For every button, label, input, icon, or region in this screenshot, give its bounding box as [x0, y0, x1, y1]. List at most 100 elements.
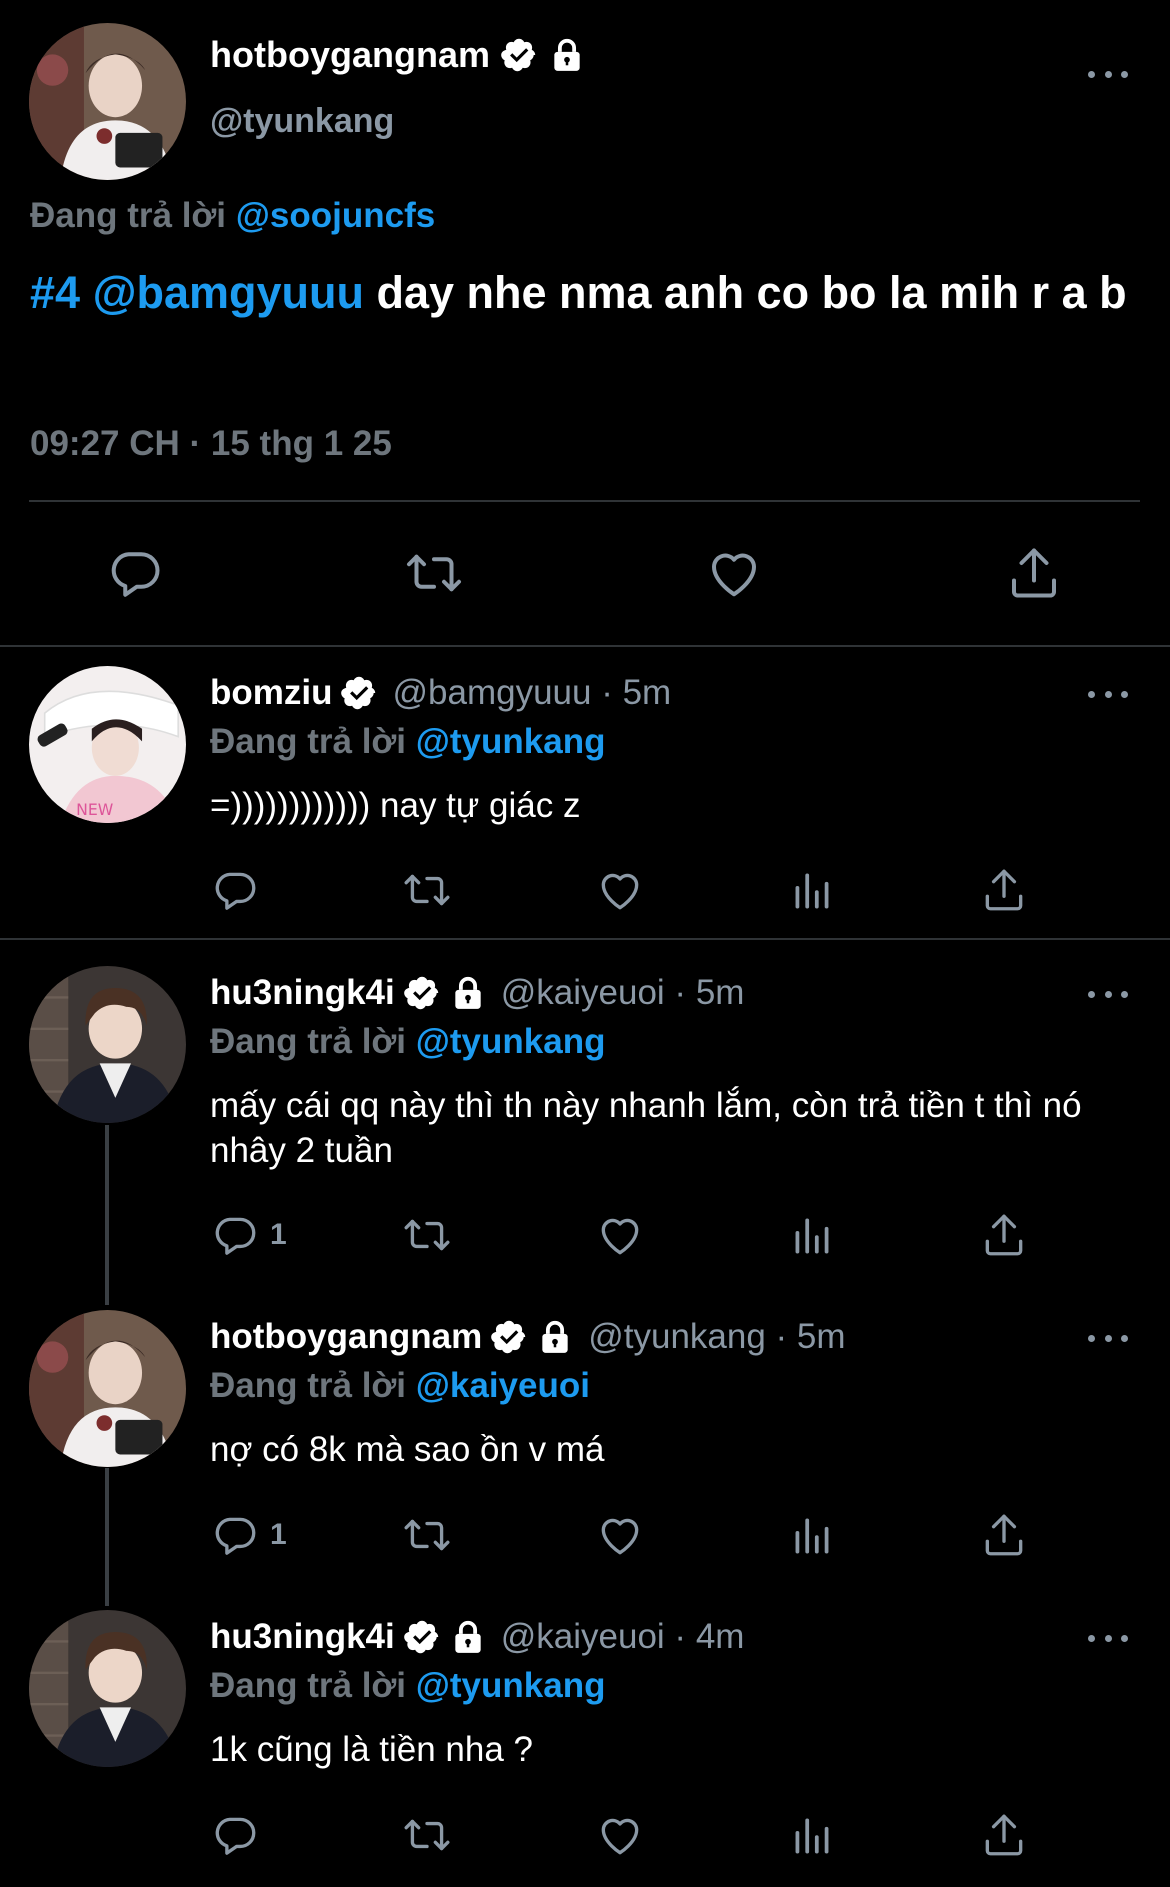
reply-actions: 1 — [210, 1210, 1070, 1260]
share-icon — [979, 865, 1029, 915]
retweet-button[interactable] — [402, 865, 452, 915]
divider — [0, 645, 1170, 647]
share-icon — [979, 1810, 1029, 1860]
replying-to-link[interactable]: @tyunkang — [416, 1022, 606, 1061]
retweet-button[interactable] — [404, 543, 464, 603]
lock-icon — [536, 1318, 574, 1356]
share-button[interactable] — [979, 1510, 1029, 1560]
reply-icon — [210, 1810, 260, 1860]
like-button[interactable] — [595, 865, 645, 915]
lock-icon — [548, 36, 586, 74]
retweet-button[interactable] — [402, 1510, 452, 1560]
author-name[interactable]: bomziu — [210, 673, 332, 713]
replying-to-line: Đang trả lời @tyunkang — [210, 722, 605, 762]
more-icon[interactable] — [1088, 1632, 1128, 1644]
like-icon — [595, 1810, 645, 1860]
author-handle[interactable]: @kaiyeuoi — [501, 973, 665, 1012]
reply-time[interactable]: 5m — [696, 973, 745, 1012]
like-button[interactable] — [595, 1510, 645, 1560]
author-handle[interactable]: @kaiyeuoi — [501, 1617, 665, 1656]
thread-line — [105, 1468, 109, 1606]
author-handle[interactable]: @tyunkang — [210, 102, 394, 141]
reply-time[interactable]: 5m — [623, 673, 672, 712]
share-icon — [979, 1510, 1029, 1560]
replying-to-link[interactable]: @kaiyeuoi — [416, 1366, 590, 1405]
views-button[interactable] — [787, 1210, 837, 1260]
retweet-icon — [402, 1510, 452, 1560]
hashtag-link[interactable]: #4 — [30, 267, 80, 318]
replying-to-link[interactable]: @soojuncfs — [236, 196, 435, 235]
reply-button[interactable]: 1 — [210, 1510, 287, 1560]
avatar[interactable] — [29, 966, 186, 1123]
author-handle[interactable]: @bamgyuuu — [392, 673, 591, 712]
replying-to-line: Đang trả lời @soojuncfs — [30, 196, 435, 236]
reply-count: 1 — [270, 1218, 287, 1251]
reply-time[interactable]: 4m — [696, 1617, 745, 1656]
retweet-icon — [402, 1210, 452, 1260]
lock-icon — [449, 1618, 487, 1656]
retweet-icon — [402, 865, 452, 915]
retweet-button[interactable] — [402, 1810, 452, 1860]
replying-prefix: Đang trả lời — [30, 196, 227, 235]
tweet-text: #4 @bamgyuuu day nhe nma anh co bo la mi… — [30, 264, 1140, 322]
views-icon — [787, 865, 837, 915]
mention-link[interactable]: @bamgyuuu — [93, 267, 364, 318]
like-button[interactable] — [595, 1210, 645, 1260]
reply-text: nợ có 8k mà sao ồn v má — [210, 1430, 605, 1469]
author-name[interactable]: hotboygangnam — [210, 1317, 482, 1357]
avatar[interactable] — [29, 666, 186, 823]
reply-button[interactable] — [210, 865, 270, 915]
share-button[interactable] — [979, 1810, 1029, 1860]
divider — [29, 500, 1140, 502]
replying-to-line: Đang trả lời @tyunkang — [210, 1666, 605, 1706]
like-button[interactable] — [595, 1810, 645, 1860]
more-icon[interactable] — [1088, 1332, 1128, 1344]
avatar[interactable] — [29, 1310, 186, 1467]
reply-button[interactable] — [210, 1810, 270, 1860]
views-button[interactable] — [787, 1510, 837, 1560]
replying-to-line: Đang trả lời @kaiyeuoi — [210, 1366, 590, 1406]
avatar[interactable] — [29, 1610, 186, 1767]
author-name[interactable]: hotboygangnam — [210, 34, 490, 76]
share-button[interactable] — [979, 865, 1029, 915]
reply-meta: @bamgyuuu · 5m — [392, 673, 671, 713]
verified-icon — [490, 1318, 528, 1356]
reply-actions: 1 — [210, 1510, 1070, 1560]
author-handle[interactable]: @tyunkang — [588, 1317, 766, 1356]
author-name[interactable]: hu3ningk4i — [210, 1617, 395, 1657]
reply-button[interactable] — [105, 543, 165, 603]
reply-actions — [210, 865, 1070, 915]
like-icon — [704, 543, 764, 603]
meta-separator: · — [664, 973, 696, 1012]
reply-header: hotboygangnam @tyunkang · 5m — [210, 1317, 846, 1357]
retweet-button[interactable] — [402, 1210, 452, 1260]
share-icon — [979, 1210, 1029, 1260]
reply-meta: @kaiyeuoi · 4m — [501, 1617, 745, 1657]
avatar[interactable] — [29, 23, 186, 180]
replying-to-link[interactable]: @tyunkang — [416, 722, 606, 761]
like-icon — [595, 1510, 645, 1560]
views-button[interactable] — [787, 1810, 837, 1860]
meta-separator: · — [765, 1317, 797, 1356]
views-button[interactable] — [787, 865, 837, 915]
reply-button[interactable]: 1 — [210, 1210, 287, 1260]
more-icon[interactable] — [1088, 68, 1128, 80]
share-button[interactable] — [979, 1210, 1029, 1260]
reply-time[interactable]: 5m — [797, 1317, 846, 1356]
reply-meta: @tyunkang · 5m — [588, 1317, 845, 1357]
reply-header: hu3ningk4i @kaiyeuoi · 4m — [210, 1617, 744, 1657]
tweet-timestamp[interactable]: 09:27 CH · 15 thg 1 25 — [30, 424, 392, 464]
meta-separator: · — [591, 673, 623, 712]
reply-text: mấy cái qq này thì th này nhanh lắm, còn… — [210, 1086, 1082, 1170]
more-icon[interactable] — [1088, 688, 1128, 700]
reply-icon — [105, 543, 165, 603]
reply-actions — [210, 1810, 1070, 1860]
reply-icon — [210, 1510, 260, 1560]
replying-to-link[interactable]: @tyunkang — [416, 1666, 606, 1705]
author-name[interactable]: hu3ningk4i — [210, 973, 395, 1013]
retweet-icon — [402, 1810, 452, 1860]
author-name-row[interactable]: hotboygangnam — [210, 34, 586, 76]
like-button[interactable] — [704, 543, 764, 603]
more-icon[interactable] — [1088, 988, 1128, 1000]
share-button[interactable] — [1004, 543, 1064, 603]
